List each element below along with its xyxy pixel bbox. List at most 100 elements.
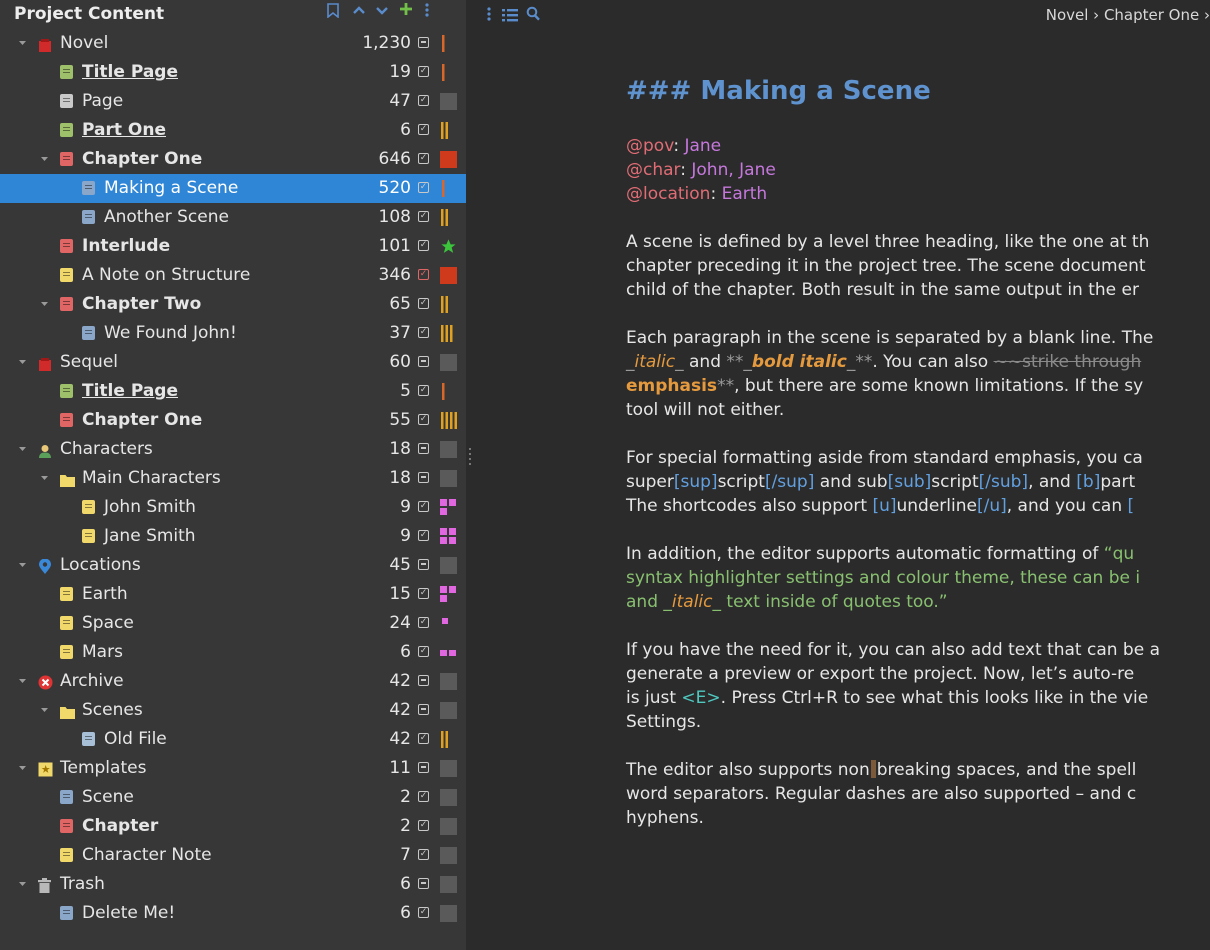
status-marker-icon xyxy=(440,325,454,342)
chevron-up-icon[interactable] xyxy=(352,2,366,21)
tree-row[interactable]: Character Note 7 ✓ xyxy=(0,841,466,870)
expand-toggle-icon[interactable] xyxy=(18,561,28,575)
inactive-status-icon xyxy=(418,675,429,686)
status-marker-icon xyxy=(440,470,457,487)
status-marker-icon xyxy=(440,209,450,226)
document-icon xyxy=(82,732,95,746)
status-marker-icon xyxy=(440,383,448,400)
paragraph-1: A scene is defined by a level three head… xyxy=(626,232,1150,300)
status-marker-icon xyxy=(440,180,448,197)
outline-list-icon[interactable] xyxy=(502,7,518,26)
document-icon xyxy=(60,94,73,108)
status-marker-icon xyxy=(440,760,457,777)
tree-row[interactable]: John Smith 9 ✓ xyxy=(0,493,466,522)
expand-toggle-icon[interactable] xyxy=(18,764,28,778)
document-icon xyxy=(60,413,73,427)
tree-item-label: Part One xyxy=(82,120,166,140)
meta-value-char: John, Jane xyxy=(691,160,776,180)
tree-row[interactable]: Archive 42 xyxy=(0,667,466,696)
search-icon[interactable] xyxy=(526,6,540,25)
tree-row[interactable]: Characters 18 xyxy=(0,435,466,464)
document-icon xyxy=(60,848,73,862)
tree-row[interactable]: Making a Scene 520 ✓ xyxy=(0,174,466,203)
document-icon xyxy=(60,152,73,166)
expand-toggle-icon[interactable] xyxy=(40,300,50,314)
tree-row[interactable]: A Note on Structure 346 ✓ xyxy=(0,261,466,290)
active-status-icon: ✓ xyxy=(418,269,429,280)
tree-row[interactable]: Chapter One 646 ✓ xyxy=(0,145,466,174)
expand-toggle-icon[interactable] xyxy=(18,445,28,459)
tree-row[interactable]: Chapter One 55 ✓ xyxy=(0,406,466,435)
folder-icon xyxy=(60,704,75,719)
tree-row[interactable]: Interlude 101 ✓ xyxy=(0,232,466,261)
tree-row[interactable]: Earth 15 ✓ xyxy=(0,580,466,609)
splitter-handle[interactable] xyxy=(469,445,472,475)
tree-item-label: Delete Me! xyxy=(82,903,176,923)
inactive-status-icon xyxy=(418,472,429,483)
tree-row[interactable]: Mars 6 ✓ xyxy=(0,638,466,667)
document-icon xyxy=(82,500,95,514)
tree-item-label: Space xyxy=(82,613,134,633)
chevron-down-icon[interactable] xyxy=(375,2,389,21)
tree-row[interactable]: Scenes 42 xyxy=(0,696,466,725)
tree-row[interactable]: Templates 11 xyxy=(0,754,466,783)
inactive-status-icon xyxy=(418,762,429,773)
tree-row[interactable]: Chapter Two 65 ✓ xyxy=(0,290,466,319)
tree-row[interactable]: Delete Me! 6 ✓ xyxy=(0,899,466,928)
active-status-icon: ✓ xyxy=(418,501,429,512)
novel-icon xyxy=(38,356,52,371)
expand-toggle-icon[interactable] xyxy=(18,880,28,894)
nbsp-marker xyxy=(870,760,876,778)
meta-value-location: Earth xyxy=(721,184,768,204)
tree-row[interactable]: Title Page 5 ✓ xyxy=(0,377,466,406)
tree-row[interactable]: Chapter 2 ✓ xyxy=(0,812,466,841)
tree-row[interactable]: Part One 6 ✓ xyxy=(0,116,466,145)
tree-item-label: Page xyxy=(82,91,124,111)
inactive-status-icon xyxy=(418,37,429,48)
expand-toggle-icon[interactable] xyxy=(40,474,50,488)
add-icon[interactable] xyxy=(398,1,414,21)
tree-item-label: Trash xyxy=(60,874,105,894)
word-count: 19 xyxy=(389,62,411,82)
breadcrumb[interactable]: Novel › Chapter One › xyxy=(1046,6,1210,24)
expand-toggle-icon[interactable] xyxy=(18,358,28,372)
tree-row[interactable]: Old File 42 ✓ xyxy=(0,725,466,754)
tree-row[interactable]: Locations 45 xyxy=(0,551,466,580)
tree-row[interactable]: Scene 2 ✓ xyxy=(0,783,466,812)
word-count: 65 xyxy=(389,294,411,314)
tree-row[interactable]: We Found John! 37 ✓ xyxy=(0,319,466,348)
tree-row[interactable]: Trash 6 xyxy=(0,870,466,899)
word-count: 6 xyxy=(400,903,411,923)
folder-icon xyxy=(60,472,75,487)
more-vertical-icon[interactable] xyxy=(486,6,492,26)
tree-row[interactable]: Space 24 ✓ xyxy=(0,609,466,638)
active-status-icon: ✓ xyxy=(418,298,429,309)
bookmark-icon[interactable] xyxy=(327,3,339,22)
expand-toggle-icon[interactable] xyxy=(40,706,50,720)
word-count: 101 xyxy=(378,236,411,256)
word-count: 5 xyxy=(400,381,411,401)
document-text[interactable]: ### Making a Scene @pov: Jane @char: Joh… xyxy=(626,76,1210,854)
tree-row[interactable]: Title Page 19 ✓ xyxy=(0,58,466,87)
expand-toggle-icon[interactable] xyxy=(40,155,50,169)
status-marker-icon xyxy=(440,615,457,632)
expand-toggle-icon[interactable] xyxy=(18,39,28,53)
tree-row[interactable]: Novel 1,230 xyxy=(0,29,466,58)
document-editor[interactable]: Novel › Chapter One › ### Making a Scene… xyxy=(476,0,1210,950)
trash-icon xyxy=(38,878,52,893)
tree-row[interactable]: Another Scene 108 ✓ xyxy=(0,203,466,232)
paragraph-6: The editor also supports non breaking spa… xyxy=(626,760,1137,828)
status-marker-icon xyxy=(440,441,457,458)
tree-row[interactable]: Main Characters 18 xyxy=(0,464,466,493)
word-count: 2 xyxy=(400,787,411,807)
tree-row[interactable]: Sequel 60 xyxy=(0,348,466,377)
more-vertical-icon[interactable] xyxy=(424,2,430,22)
expand-toggle-icon[interactable] xyxy=(18,677,28,691)
tree-row[interactable]: Jane Smith 9 ✓ xyxy=(0,522,466,551)
meta-block: @pov: Jane @char: John, Jane @location: … xyxy=(626,136,776,204)
status-marker-icon xyxy=(440,296,450,313)
tree-row[interactable]: Page 47 ✓ xyxy=(0,87,466,116)
word-count: 47 xyxy=(389,91,411,111)
word-count: 45 xyxy=(389,555,411,575)
active-status-icon: ✓ xyxy=(418,733,429,744)
